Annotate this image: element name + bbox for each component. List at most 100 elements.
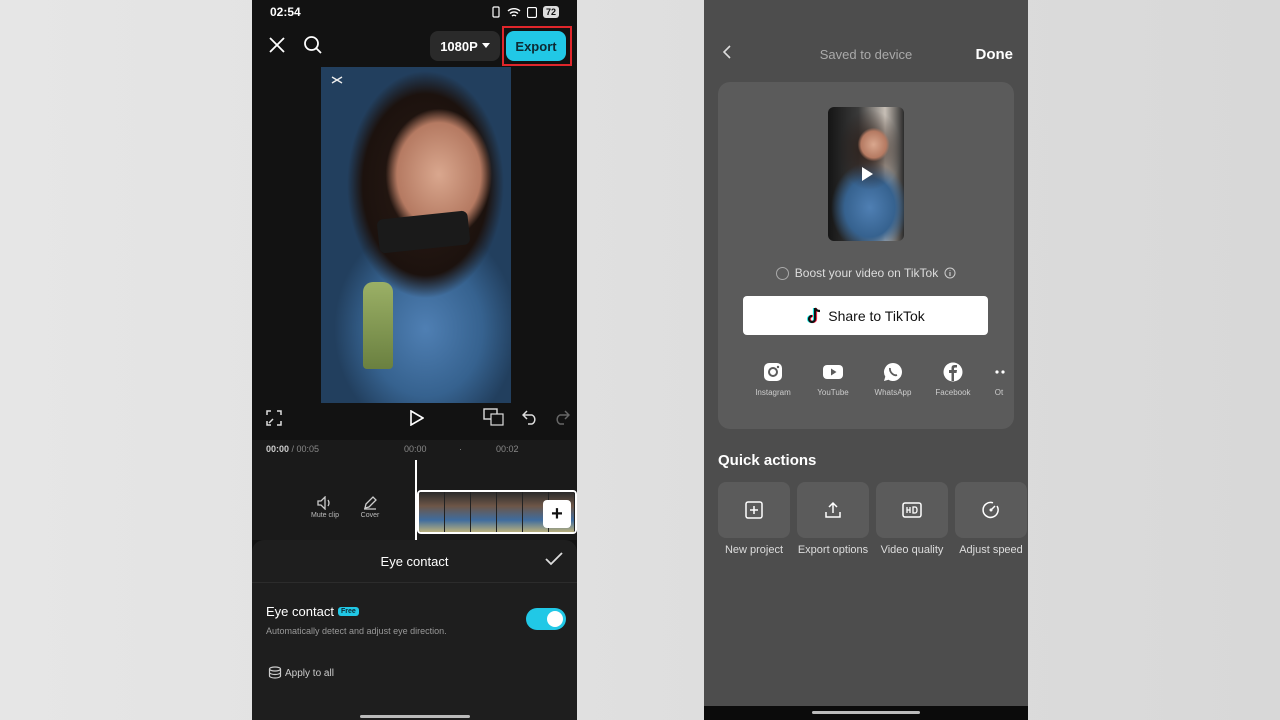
cover-label: Cover bbox=[360, 512, 380, 519]
share-card: Boost your video on TikTok Share to TikT… bbox=[718, 82, 1014, 429]
confirm-button[interactable] bbox=[545, 552, 563, 571]
boost-option[interactable]: Boost your video on TikTok bbox=[718, 266, 1014, 280]
check-icon bbox=[545, 552, 563, 566]
facebook-share[interactable]: Facebook bbox=[932, 362, 974, 397]
header: Saved to device Done bbox=[704, 36, 1028, 72]
instagram-icon bbox=[764, 363, 782, 381]
player-controls bbox=[252, 404, 577, 430]
clip-frame bbox=[471, 492, 497, 532]
info-icon[interactable] bbox=[944, 267, 956, 279]
home-indicator[interactable] bbox=[359, 715, 470, 718]
status-time: 02:54 bbox=[270, 5, 301, 19]
export-done-screen: Saved to device Done Boost your video on… bbox=[704, 0, 1028, 720]
quick-action-tile[interactable] bbox=[797, 482, 869, 538]
close-icon bbox=[269, 37, 285, 53]
fullscreen-icon bbox=[266, 410, 282, 426]
close-button[interactable] bbox=[266, 34, 288, 56]
pencil-icon bbox=[364, 496, 377, 510]
playhead[interactable] bbox=[415, 460, 417, 540]
undo-icon bbox=[522, 410, 536, 425]
feature-label: Eye contact bbox=[266, 604, 334, 619]
new-project-action[interactable]: New project bbox=[718, 482, 790, 556]
quick-action-tile[interactable] bbox=[955, 482, 1027, 538]
cover-button[interactable]: Cover bbox=[353, 496, 387, 519]
add-clip-button[interactable]: + bbox=[543, 500, 571, 528]
total-time: / 00:05 bbox=[289, 444, 320, 454]
quick-action-label: Export options bbox=[797, 544, 869, 556]
boost-radio[interactable] bbox=[775, 266, 789, 280]
home-indicator[interactable] bbox=[812, 711, 920, 714]
facebook-icon bbox=[943, 362, 963, 382]
export-options-action[interactable]: Export options bbox=[797, 482, 869, 556]
export-button[interactable]: Export bbox=[506, 31, 566, 61]
free-badge: Free bbox=[337, 607, 359, 616]
play-button[interactable] bbox=[406, 407, 428, 429]
keyframe-toggle-button[interactable] bbox=[482, 406, 506, 428]
feature-description: Automatically detect and adjust eye dire… bbox=[266, 626, 447, 636]
tick-label: 00:02 bbox=[496, 444, 519, 454]
mute-clip-button[interactable]: Mute clip bbox=[308, 495, 342, 519]
whatsapp-icon bbox=[884, 363, 902, 381]
apply-to-all-label: Apply to all bbox=[285, 667, 334, 679]
quick-action-label: New project bbox=[724, 544, 784, 556]
quick-action-label: Adjust speed bbox=[959, 544, 1023, 556]
current-time: 00:00 bbox=[266, 444, 290, 454]
battery-level: 72 bbox=[542, 6, 559, 18]
quick-action-tile[interactable] bbox=[876, 482, 948, 538]
capcut-logo-icon bbox=[331, 76, 343, 84]
tiktok-icon bbox=[807, 307, 821, 323]
quick-actions-title: Quick actions bbox=[718, 452, 817, 469]
clip-frame bbox=[419, 492, 445, 532]
search-button[interactable] bbox=[302, 34, 324, 56]
redo-button[interactable] bbox=[552, 407, 572, 427]
social-share-row: Instagram YouTube WhatsApp Facebook Ot bbox=[752, 362, 1014, 397]
resolution-label: 1080P bbox=[440, 38, 478, 54]
tick-label: 00:00 bbox=[404, 444, 427, 454]
more-icon bbox=[995, 370, 1005, 374]
adjust-speed-action[interactable]: Adjust speed bbox=[955, 482, 1027, 556]
search-icon bbox=[304, 36, 322, 54]
stack-icon bbox=[268, 666, 282, 679]
instagram-share[interactable]: Instagram bbox=[752, 362, 794, 397]
clip-frame bbox=[497, 492, 523, 532]
hd-icon bbox=[902, 502, 922, 518]
other-share[interactable]: Ot bbox=[992, 362, 1006, 397]
tick-label: · bbox=[459, 444, 462, 454]
fullscreen-button[interactable] bbox=[264, 408, 284, 428]
time-readout: 00:00 / 00:05 bbox=[266, 444, 319, 454]
resolution-dropdown[interactable]: 1080P bbox=[430, 31, 500, 61]
new-project-icon bbox=[745, 501, 763, 519]
apply-to-all-button[interactable]: Apply to all bbox=[268, 666, 334, 680]
video-thumbnail[interactable] bbox=[828, 107, 904, 241]
mute-clip-label: Mute clip bbox=[310, 512, 339, 519]
timeline[interactable]: 00:00 / 00:05 00:00 · 00:02 Mute clip Co… bbox=[252, 440, 577, 540]
quick-actions-row: New project Export options Video quality… bbox=[718, 482, 1028, 556]
quick-action-tile[interactable] bbox=[718, 482, 790, 538]
eye-contact-toggle[interactable] bbox=[526, 608, 566, 630]
social-label: WhatsApp bbox=[874, 388, 912, 397]
done-button[interactable]: Done bbox=[976, 46, 1014, 63]
whatsapp-share[interactable]: WhatsApp bbox=[872, 362, 914, 397]
wifi-icon bbox=[507, 7, 521, 17]
video-quality-action[interactable]: Video quality bbox=[876, 482, 948, 556]
video-preview[interactable] bbox=[321, 67, 511, 403]
status-bar: 02:54 72 bbox=[252, 0, 577, 24]
share-label: Share to TikTok bbox=[828, 307, 925, 324]
social-label: Ot bbox=[994, 388, 1004, 397]
export-options-icon bbox=[825, 501, 841, 518]
caret-down-icon bbox=[481, 43, 490, 48]
social-label: YouTube bbox=[817, 388, 849, 397]
play-icon bbox=[862, 167, 873, 181]
share-to-tiktok-button[interactable]: Share to TikTok bbox=[743, 296, 988, 335]
eye-contact-label: Eye contact Free bbox=[266, 604, 359, 619]
youtube-share[interactable]: YouTube bbox=[812, 362, 854, 397]
editor-screen: 02:54 72 1080P Export 00:00 / 00:05 00:0… bbox=[252, 0, 577, 720]
status-icons: 72 bbox=[491, 6, 559, 18]
undo-button[interactable] bbox=[520, 407, 540, 427]
editor-topbar: 1080P Export bbox=[252, 26, 577, 66]
social-label: Instagram bbox=[755, 388, 791, 397]
vibrate-icon bbox=[492, 6, 500, 18]
clip-frame bbox=[445, 492, 471, 532]
sheet-title: Eye contact bbox=[380, 554, 449, 569]
divider bbox=[252, 582, 577, 583]
